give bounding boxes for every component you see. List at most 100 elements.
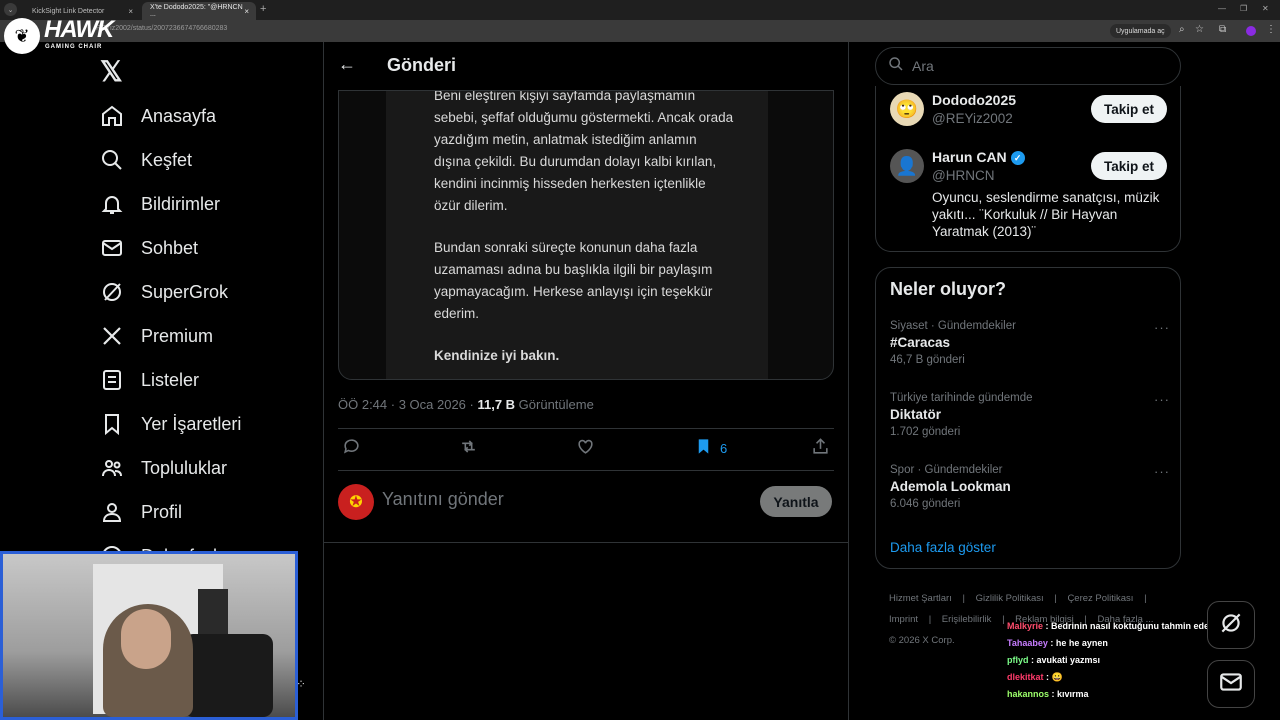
new-tab-button[interactable]: + — [260, 3, 266, 15]
nav-label: Anasayfa — [141, 105, 217, 126]
reply-submit-button[interactable]: Yanıtla — [760, 486, 832, 517]
address-bar: REYiz2002/status/2007236674766680283 Uyg… — [0, 20, 1280, 42]
heart-icon — [576, 437, 595, 459]
share-button[interactable] — [811, 437, 830, 459]
nav-label: Bildirimler — [141, 193, 221, 214]
user-handle: @REYiz2002 — [932, 111, 1013, 126]
maximize-icon[interactable]: ❐ — [1240, 4, 1247, 13]
trend-category: Spor · Gündemdekiler — [890, 464, 1003, 476]
search-icon — [100, 148, 124, 172]
trend-count: 6.046 gönderi — [890, 498, 961, 510]
post-image-text: Beni eleştiren kişiyi sayfamda paylaşmam… — [434, 91, 734, 367]
divider — [324, 542, 848, 543]
repost-button[interactable] — [459, 437, 478, 459]
trend-category: Siyaset · Gündemdekiler — [890, 320, 1016, 332]
more-icon[interactable]: ··· — [1154, 392, 1170, 407]
view-count: 11,7 B — [477, 397, 516, 412]
post-image[interactable]: Beni eleştiren kişiyi sayfamda paylaşmam… — [338, 90, 834, 380]
trend-item[interactable]: Siyaset · Gündemdekiler #Caracas 46,7 B … — [890, 320, 1170, 366]
extensions-icon[interactable]: ⧉ — [1219, 24, 1226, 35]
search-input[interactable]: Ara — [875, 47, 1181, 85]
profile-avatar[interactable] — [1246, 26, 1256, 36]
post-timestamp[interactable]: ÖÖ 2:44 · 3 Oca 2026 · — [338, 397, 477, 412]
more-icon[interactable]: ··· — [1154, 320, 1170, 335]
avatar[interactable]: 🙄 — [890, 92, 924, 126]
people-icon — [100, 456, 124, 480]
trend-count: 1.702 gönderi — [890, 426, 961, 438]
trend-name: Diktatör — [890, 407, 942, 422]
webcam-face — [121, 609, 171, 669]
messages-floating-button[interactable] — [1207, 660, 1255, 708]
tab-title: X'te Dododo2025: "@HRNCN ... — [150, 4, 243, 18]
footer-link[interactable]: Hizmet Şartları — [889, 593, 952, 604]
more-icon[interactable]: ··· — [1154, 464, 1170, 479]
nav-item-chat[interactable]: Sohbet — [100, 226, 241, 270]
post-paragraph: Beni eleştiren kişiyi sayfamda paylaşmam… — [434, 90, 734, 213]
back-arrow-icon[interactable]: ← — [338, 54, 356, 75]
follow-button[interactable]: Takip et — [1091, 95, 1167, 123]
trend-item[interactable]: Türkiye tarihinde gündemde Diktatör 1.70… — [890, 392, 1170, 438]
user-handle: @HRNCN — [932, 168, 995, 183]
grok-floating-button[interactable] — [1207, 601, 1255, 649]
grok-icon — [100, 280, 124, 304]
nav-item-notifications[interactable]: Bildirimler — [100, 182, 241, 226]
search-icon — [888, 56, 904, 77]
minimize-icon[interactable]: — — [1218, 4, 1226, 13]
nav-item-communities[interactable]: Topluluklar — [100, 446, 241, 490]
trends-title: Neler oluyor? — [890, 279, 1007, 299]
open-in-app-button[interactable]: Uygulamada aç — [1110, 24, 1171, 38]
view-label: Görüntüleme — [515, 397, 594, 412]
bookmark-count: 6 — [720, 440, 728, 456]
nav-item-explore[interactable]: Keşfet — [100, 138, 241, 182]
nav-item-profile[interactable]: Profil — [100, 490, 241, 534]
menu-icon[interactable]: ⋮ — [1266, 24, 1276, 35]
footer-link[interactable]: Gizlilik Politikası — [976, 593, 1044, 604]
tab-search-icon[interactable]: ⌄ — [4, 3, 17, 16]
hawk-emblem-icon: ❦ — [4, 18, 40, 54]
browser-tab-bar: ⌄ KickSight Link Detector × X'te Dododo2… — [0, 0, 1280, 20]
user-name-row[interactable]: Harun CAN ✓ — [932, 149, 1025, 166]
avatar[interactable]: ✪ — [338, 484, 374, 520]
trend-item[interactable]: Spor · Gündemdekiler Ademola Lookman 6.0… — [890, 464, 1170, 510]
nav-item-bookmarks[interactable]: Yer İşaretleri — [100, 402, 241, 446]
footer-link[interactable]: Imprint — [889, 614, 918, 625]
bookmark-icon — [100, 412, 124, 436]
close-icon[interactable]: × — [128, 7, 133, 16]
footer-link[interactable]: Erişilebilirlik — [942, 614, 992, 625]
divider — [338, 470, 834, 471]
nav-item-premium[interactable]: Premium — [100, 314, 241, 358]
avatar[interactable]: 👤 — [890, 149, 924, 183]
user-name: Harun CAN — [932, 149, 1007, 165]
column-divider — [323, 42, 324, 720]
nav-label: SuperGrok — [141, 281, 229, 302]
nav-label: Listeler — [141, 369, 200, 390]
trend-count: 46,7 B gönderi — [890, 354, 965, 366]
chat-user: Tahaabey — [1007, 638, 1048, 648]
nav-item-supergrok[interactable]: SuperGrok — [100, 270, 241, 314]
nav-item-lists[interactable]: Listeler — [100, 358, 241, 402]
bookmark-button[interactable]: 6 — [694, 437, 727, 459]
chat-user: hakannos — [1007, 689, 1050, 699]
x-logo-icon[interactable]: 𝕏 — [100, 55, 123, 88]
user-name[interactable]: Dododo2025 — [932, 92, 1016, 108]
star-icon[interactable]: ☆ — [1195, 24, 1204, 35]
chat-text: : avukati yazmsı — [1031, 655, 1101, 665]
bell-icon — [100, 192, 124, 216]
nav-item-home[interactable]: Anasayfa — [100, 94, 241, 138]
zoom-icon[interactable]: ⌕ — [1179, 24, 1185, 35]
close-icon[interactable]: × — [244, 7, 249, 16]
close-window-icon[interactable]: ✕ — [1262, 4, 1269, 13]
reply-button[interactable] — [342, 437, 361, 459]
trend-name: Ademola Lookman — [890, 479, 1011, 494]
show-more-link[interactable]: Daha fazla göster — [890, 540, 996, 555]
footer-separator: | — [928, 614, 932, 625]
browser-tab-active[interactable]: X'te Dododo2025: "@HRNCN ... × — [142, 2, 256, 20]
reply-input[interactable]: Yanıtını gönder — [382, 489, 504, 510]
mail-icon — [1218, 669, 1244, 700]
like-button[interactable] — [576, 437, 595, 459]
footer-link[interactable]: Çerez Politikası — [1067, 593, 1133, 604]
url-field[interactable]: REYiz2002/status/2007236674766680283 — [96, 25, 227, 32]
follow-button[interactable]: Takip et — [1091, 152, 1167, 180]
open-in-app-label: Uygulamada aç — [1116, 27, 1165, 35]
nav-label: Topluluklar — [141, 457, 228, 478]
